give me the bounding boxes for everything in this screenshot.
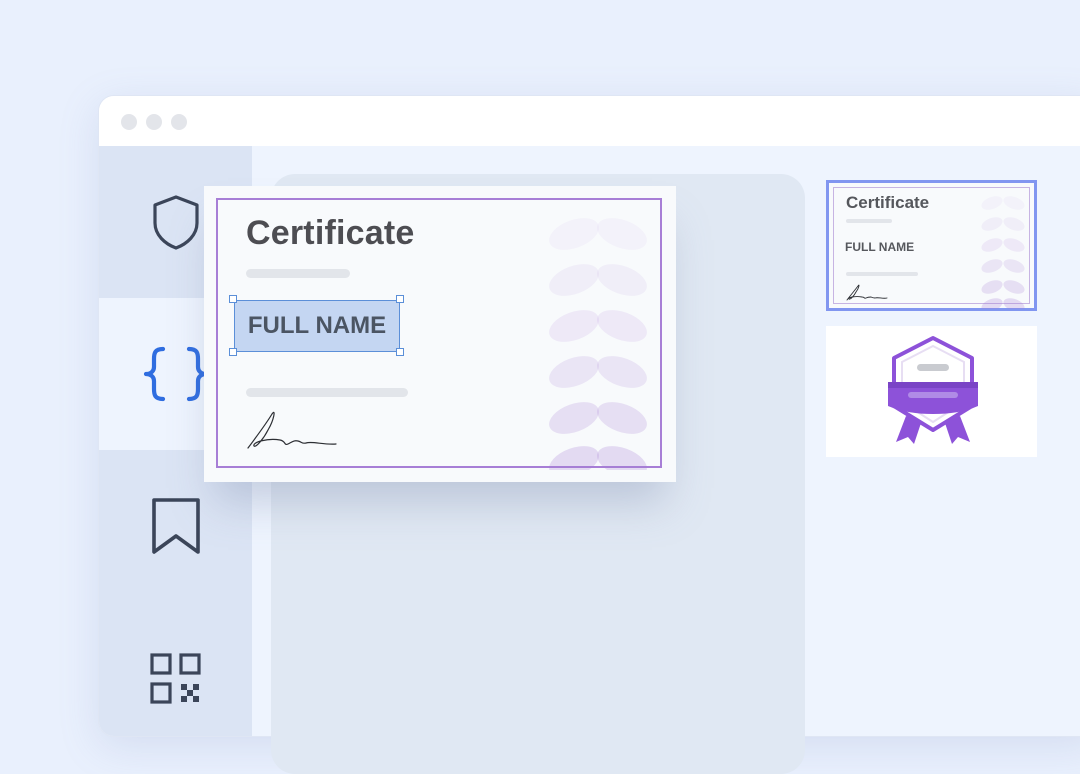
full-name-field[interactable]: FULL NAME [234,300,400,352]
template-thumbnail-certificate[interactable]: Certificate FULL NAME [826,180,1037,311]
thumbnail-name: FULL NAME [845,240,915,254]
window-dot[interactable] [146,114,162,130]
certificate-title[interactable]: Certificate [246,214,414,253]
resize-handle[interactable] [229,295,237,303]
full-name-text: FULL NAME [247,312,387,339]
window-dot[interactable] [121,114,137,130]
window-dot[interactable] [171,114,187,130]
template-thumbnail-badge[interactable] [826,326,1037,457]
resize-handle[interactable] [396,295,404,303]
qr-code-icon [149,653,201,704]
laurel-icon [549,218,647,470]
thumbnail-title: Certificate [846,193,930,212]
shield-icon [152,195,199,250]
description-placeholder [246,388,408,397]
sidebar-item-qr[interactable] [99,602,252,736]
subtitle-placeholder [246,269,350,278]
braces-icon [143,346,208,402]
thumbnail-placeholder [846,272,918,276]
certificate-editor[interactable]: Certificate FULL NAME [204,186,676,482]
badge-icon [888,336,978,444]
title-bar [99,96,1080,146]
thumbnail-placeholder [846,219,892,223]
signature-icon [846,284,888,301]
laurel-icon [981,196,1025,309]
resize-handle[interactable] [229,348,237,356]
bookmark-icon [151,498,200,554]
signature-icon [247,411,337,449]
resize-handle[interactable] [396,348,404,356]
